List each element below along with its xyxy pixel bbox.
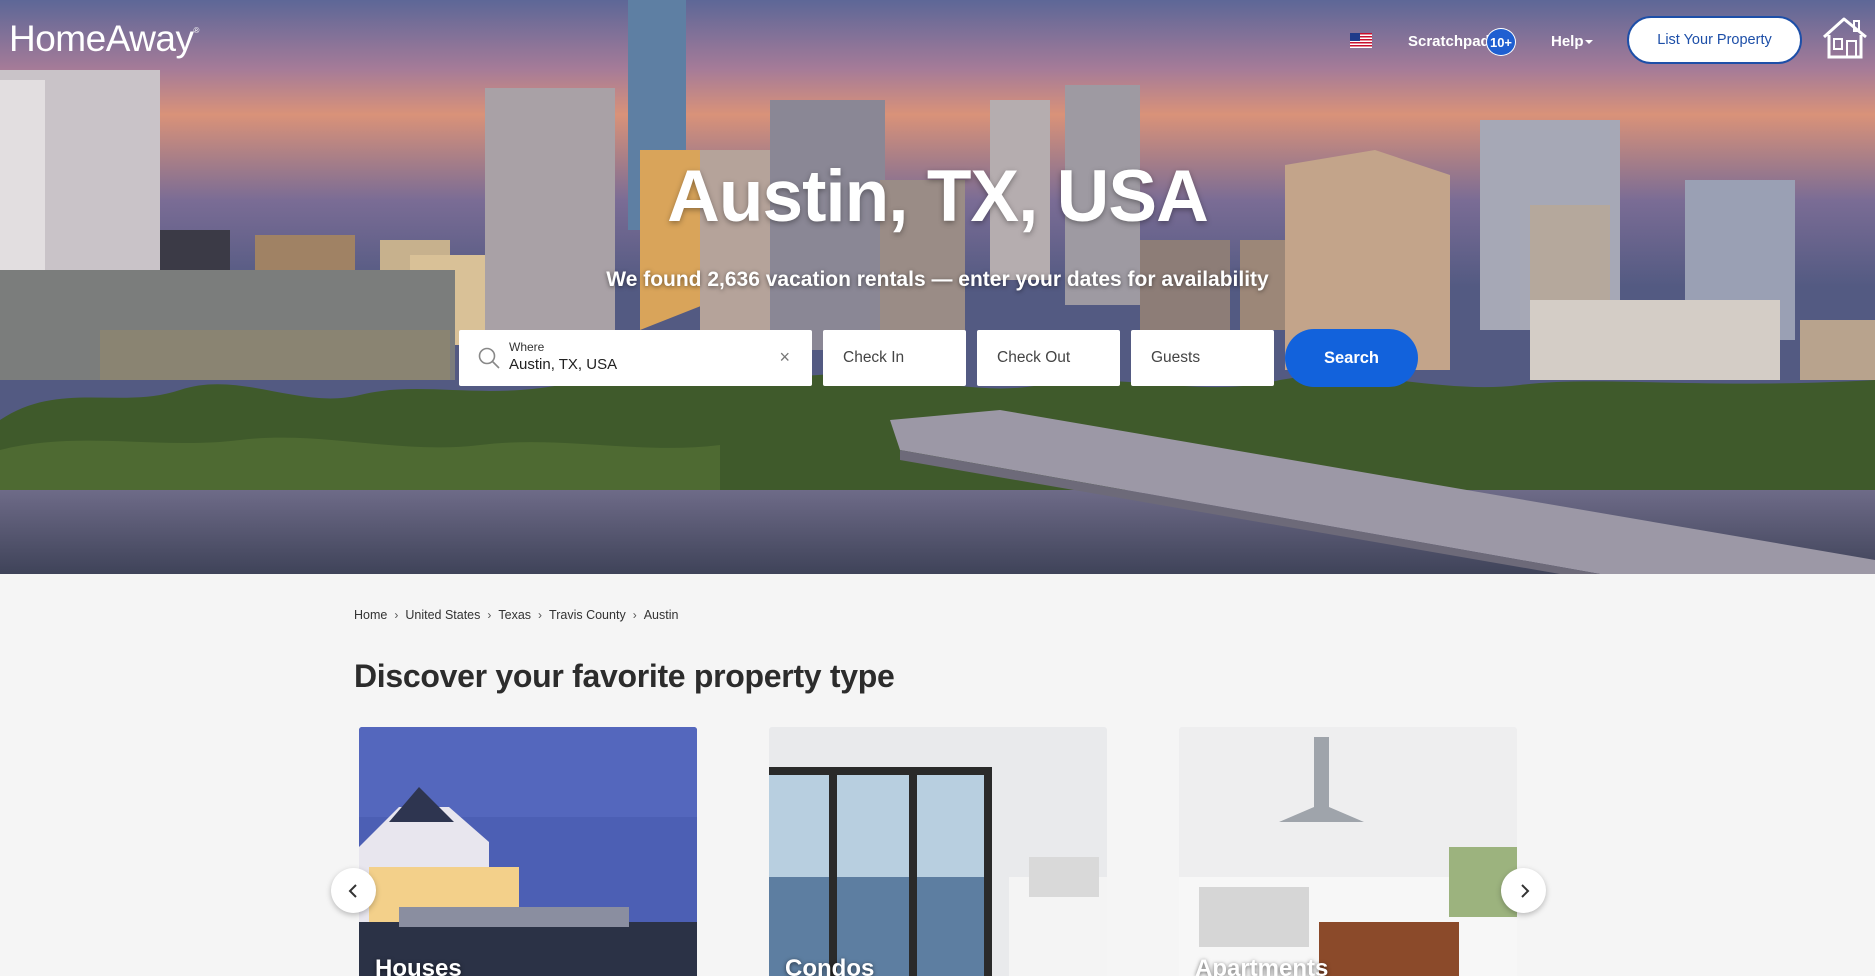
houses-photo	[359, 727, 697, 976]
card-label-condos: Condos	[785, 955, 875, 976]
hero-banner: HomeAway® Scratchpad 10+ Help List Your …	[0, 0, 1875, 574]
us-flag-icon[interactable]	[1350, 33, 1372, 48]
property-type-card-condos[interactable]: Condos	[769, 727, 1107, 976]
property-type-card-apartments[interactable]: Apartments	[1179, 727, 1517, 976]
card-label-houses: Houses	[375, 955, 462, 976]
where-label: Where	[509, 340, 545, 354]
check-in-field[interactable]: Check In	[823, 330, 966, 386]
chevron-right-icon: ›	[538, 608, 543, 622]
breadcrumb: Home › United States › Texas › Travis Co…	[354, 608, 678, 622]
breadcrumb-item-travis-county[interactable]: Travis County	[549, 608, 626, 622]
logo-text: HomeAway	[9, 18, 194, 59]
where-field[interactable]: Where ×	[459, 330, 812, 386]
chevron-right-icon: ›	[632, 608, 637, 622]
destination-title: Austin, TX, USA	[667, 156, 1209, 237]
list-your-property-button[interactable]: List Your Property	[1627, 16, 1802, 64]
breadcrumb-item-united-states[interactable]: United States	[405, 608, 480, 622]
carousel-prev-button[interactable]	[331, 868, 376, 913]
card-label-apartments: Apartments	[1195, 955, 1329, 976]
caret-down-icon	[1585, 40, 1593, 44]
chevron-right-icon: ›	[487, 608, 492, 622]
chevron-right-icon: ›	[394, 608, 399, 622]
breadcrumb-item-texas[interactable]: Texas	[498, 608, 531, 622]
chevron-left-icon	[348, 883, 357, 898]
house-icon[interactable]	[1820, 15, 1870, 61]
property-type-card-houses[interactable]: Houses	[359, 727, 697, 976]
scratchpad-link[interactable]: Scratchpad	[1408, 33, 1490, 50]
scratchpad-count-badge: 10+	[1486, 28, 1516, 56]
guests-field[interactable]: Guests	[1131, 330, 1274, 386]
check-out-field[interactable]: Check Out	[977, 330, 1120, 386]
section-title: Discover your favorite property type	[354, 658, 895, 694]
check-in-placeholder: Check In	[843, 349, 905, 366]
apartments-photo	[1179, 727, 1517, 976]
search-icon	[478, 347, 500, 369]
where-input[interactable]	[509, 356, 769, 373]
logo-registered-mark: ®	[193, 26, 200, 35]
check-out-placeholder: Check Out	[997, 349, 1071, 366]
results-summary: We found 2,636 vacation rentals — enter …	[606, 268, 1269, 291]
homeaway-logo[interactable]: HomeAway®	[9, 18, 199, 60]
chevron-right-icon	[1520, 883, 1529, 898]
breadcrumb-item-austin: Austin	[643, 608, 679, 622]
condos-photo	[769, 727, 1107, 976]
guests-placeholder: Guests	[1151, 349, 1201, 366]
clear-icon[interactable]: ×	[779, 347, 790, 368]
carousel-next-button[interactable]	[1501, 868, 1546, 913]
search-button[interactable]: Search	[1285, 329, 1418, 387]
help-menu[interactable]: Help	[1551, 33, 1584, 50]
breadcrumb-item-home[interactable]: Home	[354, 608, 387, 622]
